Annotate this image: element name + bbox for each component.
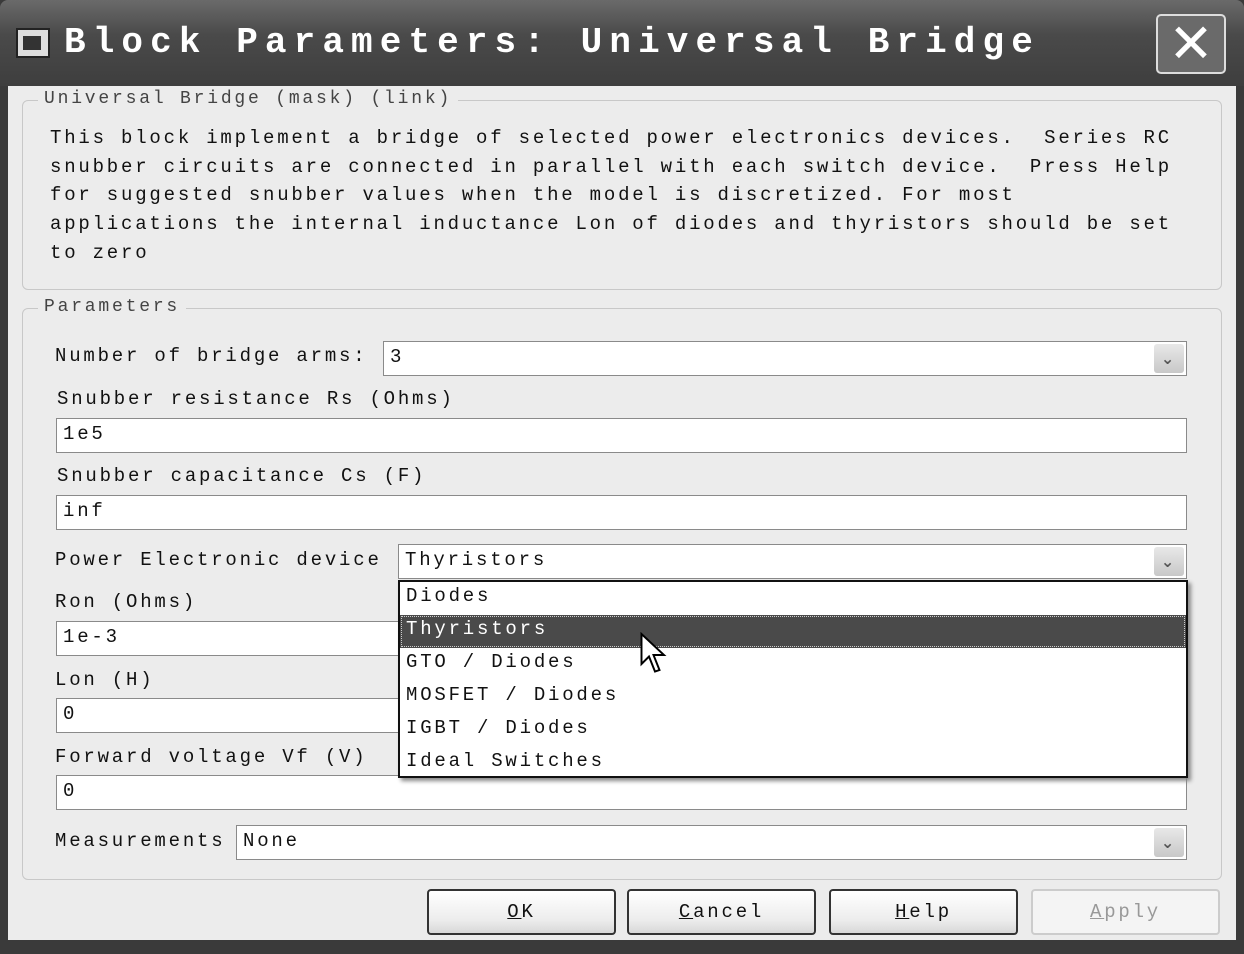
mouse-cursor-icon [640,632,667,673]
close-button[interactable]: ✕ [1156,14,1226,74]
app-icon [16,28,50,58]
ok-button[interactable]: OK [427,889,616,935]
device-select[interactable]: Thyristors ⌄ [398,544,1187,579]
option-thyristors[interactable]: Thyristors [400,615,1186,648]
cs-input[interactable]: inf [56,495,1187,530]
description-legend: Universal Bridge (mask) (link) [38,89,459,109]
cancel-button[interactable]: Cancel [627,889,816,935]
chevron-down-icon[interactable]: ⌄ [1154,828,1184,857]
cs-label: Snubber capacitance Cs (F) [57,465,427,487]
chevron-down-icon[interactable]: ⌄ [1154,344,1184,373]
option-diodes[interactable]: Diodes [400,582,1186,615]
rs-label: Snubber resistance Rs (Ohms) [57,388,455,410]
description-line: applications the internal inductance Lon… [50,213,1172,235]
measurements-label: Measurements [55,830,226,852]
vf-input[interactable]: 0 [56,775,1187,810]
parameters-legend: Parameters [38,297,187,317]
description-line: for suggested snubber values when the mo… [50,184,1016,206]
lon-label: Lon (H) [55,669,155,691]
option-gto-diodes[interactable]: GTO / Diodes [400,648,1186,681]
description-line: This block implement a bridge of selecte… [50,127,1172,149]
option-mosfet-diodes[interactable]: MOSFET / Diodes [400,681,1186,714]
description-line: to zero [50,242,150,264]
ron-label: Ron (Ohms) [55,591,198,613]
device-dropdown-list[interactable]: Diodes Thyristors GTO / Diodes MOSFET / … [398,580,1188,778]
device-value: Thyristors [405,549,548,571]
device-label: Power Electronic device [55,549,382,571]
description-line: snubber circuits are connected in parall… [50,156,1172,178]
title-bar[interactable]: Block Parameters: Universal Bridge ✕ [0,0,1244,86]
bridge-arms-select[interactable]: 3 ⌄ [383,341,1187,376]
close-icon: ✕ [1168,12,1214,75]
option-ideal-switches[interactable]: Ideal Switches [400,747,1186,780]
measurements-select[interactable]: None ⌄ [236,825,1187,860]
bridge-arms-label: Number of bridge arms: [55,345,368,367]
vf-label: Forward voltage Vf (V) [55,746,368,768]
apply-button: Apply [1031,889,1220,935]
option-igbt-diodes[interactable]: IGBT / Diodes [400,714,1186,747]
rs-input[interactable]: 1e5 [56,418,1187,453]
help-button[interactable]: Help [829,889,1018,935]
measurements-value: None [243,830,300,852]
bridge-arms-value: 3 [390,346,405,368]
window-title: Block Parameters: Universal Bridge [64,22,1040,63]
chevron-down-icon[interactable]: ⌄ [1154,547,1184,576]
